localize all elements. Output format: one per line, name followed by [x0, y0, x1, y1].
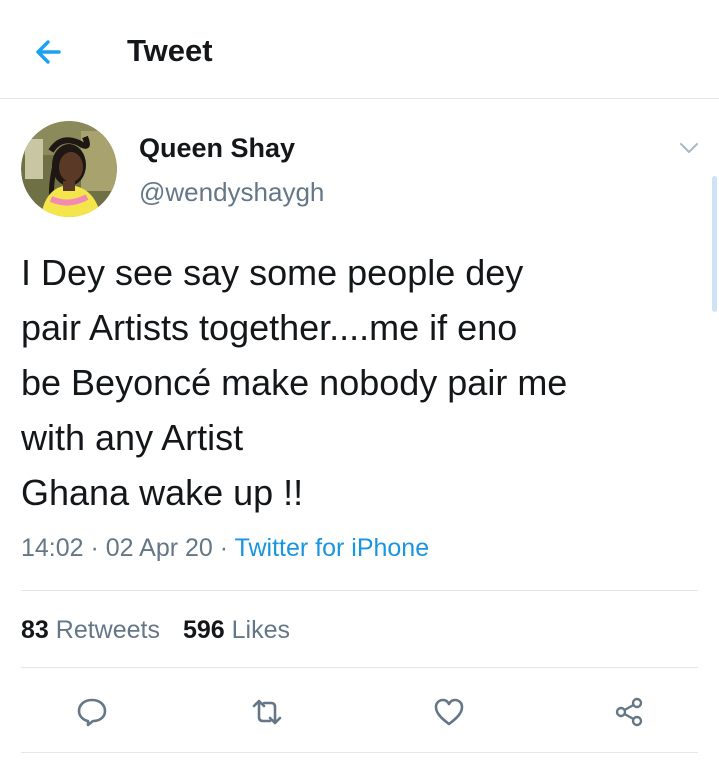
tweet-date: 02 Apr 20: [105, 534, 213, 562]
likes-stat[interactable]: 596 Likes: [183, 616, 290, 644]
user-handle[interactable]: @wendyshaygh: [139, 176, 324, 208]
tweet-text-line: I Dey see say some people dey: [21, 252, 524, 293]
top-bar: Tweet: [0, 0, 719, 99]
tweet-time: 14:02: [21, 534, 84, 562]
page-title: Tweet: [127, 33, 213, 68]
avatar[interactable]: [21, 121, 117, 217]
arrow-left-icon: [36, 40, 61, 64]
divider: [21, 667, 698, 668]
back-button[interactable]: [28, 32, 68, 72]
reply-icon: [77, 698, 107, 727]
retweets-count: 83: [21, 616, 49, 644]
tweet-options-button[interactable]: [676, 135, 702, 161]
retweet-icon: [252, 699, 282, 725]
tweet-text: I Dey see say some people dey pair Artis…: [21, 245, 701, 520]
user-display-name[interactable]: Queen Shay: [139, 132, 295, 164]
tweet-stats: 83 Retweets 596 Likes: [21, 613, 306, 647]
divider: [21, 590, 698, 591]
tweet-text-line: be Beyoncé make nobody pair me: [21, 362, 568, 403]
tweet-text-line: with any Artist: [21, 417, 244, 458]
avatar-image: [21, 121, 117, 217]
divider: [21, 752, 698, 753]
share-button[interactable]: [609, 692, 649, 732]
likes-label: Likes: [231, 616, 290, 644]
reply-button[interactable]: [72, 692, 112, 732]
tweet-text-line: pair Artists together....me if eno: [21, 307, 518, 348]
tweet-meta: 14:02 · 02 Apr 20 · Twitter for iPhone: [21, 531, 429, 565]
retweets-stat[interactable]: 83 Retweets: [21, 616, 160, 644]
tweet-source-link[interactable]: Twitter for iPhone: [235, 534, 430, 562]
chevron-down-icon: [680, 143, 698, 153]
tweet-text-line: Ghana wake up !!: [21, 472, 304, 513]
share-icon: [615, 697, 643, 727]
scroll-indicator: [712, 176, 717, 312]
heart-icon: [434, 698, 464, 726]
meta-separator: ·: [212, 534, 235, 562]
meta-separator: ·: [83, 534, 106, 562]
retweet-button[interactable]: [247, 692, 287, 732]
likes-count: 596: [182, 616, 225, 644]
like-button[interactable]: [429, 692, 469, 732]
retweets-label: Retweets: [55, 616, 160, 644]
